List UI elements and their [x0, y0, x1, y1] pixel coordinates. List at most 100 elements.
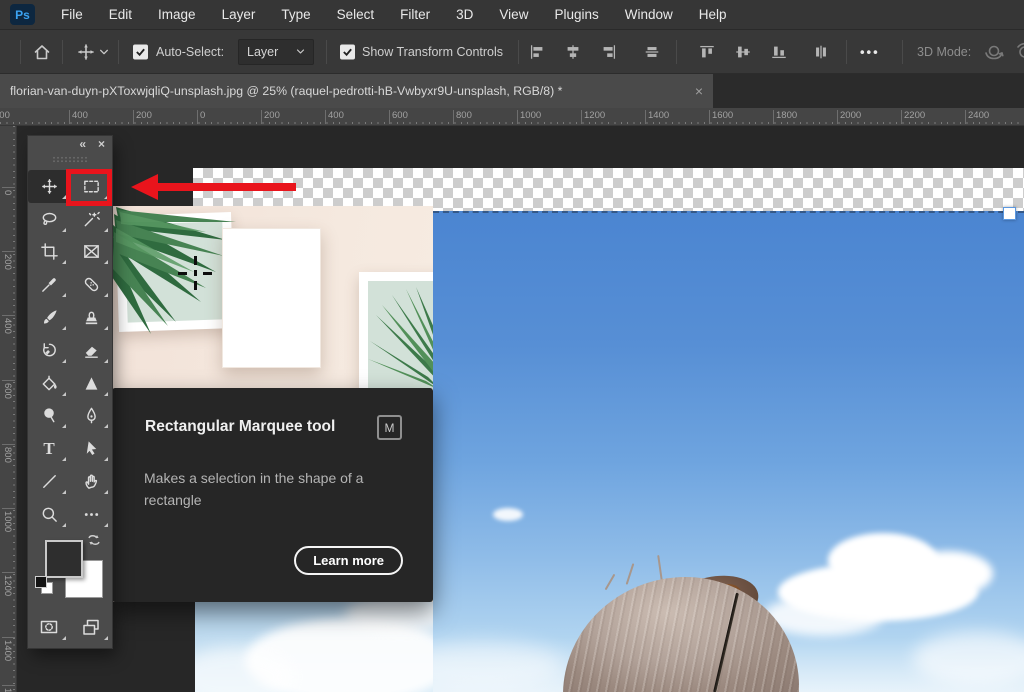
collapse-icon[interactable]: «: [79, 137, 86, 151]
tab-close-icon[interactable]: ×: [695, 83, 703, 99]
divider: [118, 40, 119, 64]
line-tool[interactable]: [28, 465, 70, 498]
history-brush-icon: [40, 341, 59, 360]
hand-tool[interactable]: [70, 465, 112, 498]
vertical-ruler[interactable]: 02004006008001000120014001600: [0, 126, 17, 692]
show-transform-label: Show Transform Controls: [362, 45, 503, 59]
transform-handle[interactable]: [1003, 207, 1016, 220]
close-icon[interactable]: ×: [98, 137, 105, 151]
auto-select-checkbox[interactable]: [133, 44, 148, 59]
sky-photo-layer: [433, 211, 1024, 692]
roll-3d-button[interactable]: [1014, 41, 1024, 63]
crop-tool[interactable]: [28, 236, 70, 269]
lasso-tool[interactable]: [28, 203, 70, 236]
menu-file[interactable]: File: [61, 7, 83, 22]
ellipsis-icon: [82, 505, 101, 524]
foreground-color-swatch[interactable]: [45, 540, 83, 578]
learn-more-button[interactable]: Learn more: [294, 546, 403, 575]
clone-stamp-icon: [82, 308, 101, 327]
auto-select-target-value: Layer: [247, 45, 278, 59]
show-transform-checkbox[interactable]: [340, 44, 355, 59]
ps-logo: Ps: [10, 4, 35, 25]
crop-icon: [40, 242, 59, 261]
quick-mask-button[interactable]: [28, 610, 70, 644]
more-options-button[interactable]: •••: [860, 44, 880, 59]
menu-type[interactable]: Type: [281, 7, 310, 22]
menu-layer[interactable]: Layer: [222, 7, 256, 22]
align-right-edges-button[interactable]: [600, 43, 618, 61]
tool-grid: T: [28, 170, 112, 531]
spot-healing-brush-tool[interactable]: [70, 268, 112, 301]
menu-select[interactable]: Select: [337, 7, 375, 22]
menu-window[interactable]: Window: [625, 7, 673, 22]
align-horizontal-centers-icon: [564, 43, 582, 61]
pen-tool[interactable]: [70, 400, 112, 433]
distribute-vertical-icon: [812, 43, 830, 61]
menu-filter[interactable]: Filter: [400, 7, 430, 22]
orbit-3d-icon: [983, 41, 1005, 63]
magic-wand-tool[interactable]: [70, 203, 112, 236]
distribute-horizontal-button[interactable]: [643, 43, 661, 61]
align-top-edges-button[interactable]: [698, 43, 716, 61]
sharpen-tool[interactable]: [70, 367, 112, 400]
path-selection-tool[interactable]: [70, 432, 112, 465]
menu-image[interactable]: Image: [158, 7, 196, 22]
distribute-horizontal-icon: [643, 43, 661, 61]
type-tool[interactable]: T: [28, 432, 70, 465]
brush-tool[interactable]: [28, 301, 70, 334]
eraser-tool[interactable]: [70, 334, 112, 367]
magic-wand-icon: [82, 210, 101, 229]
dodge-tool[interactable]: [28, 400, 70, 433]
roll-3d-icon: [1014, 41, 1024, 63]
zoom-tool[interactable]: [28, 498, 70, 531]
hair-texture: [563, 577, 799, 692]
screen-mode-icon: [81, 617, 101, 637]
horizontal-ruler[interactable]: 6004002000200400600800100012001400160018…: [0, 108, 1024, 126]
paint-bucket-tool[interactable]: [28, 367, 70, 400]
menu-bar: Ps File Edit Image Layer Type Select Filter 3D V…: [0, 0, 1024, 30]
document-tab[interactable]: florian-van-duyn-pXToxwjqliQ-unsplash.jp…: [0, 74, 713, 108]
checkbox-check-icon: [342, 46, 353, 57]
menu-edit[interactable]: Edit: [109, 7, 132, 22]
panel-drag-grip[interactable]: [52, 156, 88, 163]
move-tool-preset[interactable]: [76, 42, 96, 62]
menu-help[interactable]: Help: [699, 7, 727, 22]
move-preset-expander[interactable]: [99, 47, 109, 57]
move-icon: [76, 42, 96, 62]
frame-tool[interactable]: [70, 236, 112, 269]
move-tool[interactable]: [28, 170, 70, 203]
red-highlight-box: [66, 169, 112, 206]
align-vertical-centers-button[interactable]: [734, 43, 752, 61]
home-icon: [32, 42, 52, 62]
cloud: [903, 551, 993, 596]
align-horizontal-centers-button[interactable]: [564, 43, 582, 61]
eyedropper-tool[interactable]: [28, 268, 70, 301]
mode-3d-label: 3D Mode:: [917, 45, 971, 59]
tooltip-title: Rectangular Marquee tool: [145, 418, 335, 436]
auto-select-target-dropdown[interactable]: Layer: [238, 39, 314, 65]
edit-toolbar-button[interactable]: [70, 498, 112, 531]
align-bottom-edges-button[interactable]: [770, 43, 788, 61]
divider: [846, 40, 847, 64]
default-colors-icon[interactable]: [35, 576, 53, 594]
magnifier-icon: [40, 505, 59, 524]
distribute-vertical-button[interactable]: [812, 43, 830, 61]
swap-colors-icon[interactable]: [86, 532, 102, 548]
menu-3d[interactable]: 3D: [456, 7, 473, 22]
align-left-edges-button[interactable]: [528, 43, 546, 61]
divider: [20, 40, 21, 64]
history-brush-tool[interactable]: [28, 334, 70, 367]
home-button[interactable]: [32, 42, 52, 62]
red-arrow-shaft: [157, 183, 296, 191]
red-arrow-head: [131, 174, 158, 200]
chevron-down-icon: [296, 47, 305, 56]
clone-stamp-tool[interactable]: [70, 301, 112, 334]
screen-mode-button[interactable]: [70, 610, 112, 644]
selection-arrow-icon: [82, 439, 101, 458]
menu-view[interactable]: View: [499, 7, 528, 22]
orbit-3d-button[interactable]: [983, 41, 1005, 63]
hair-strand: [657, 555, 663, 581]
divider: [326, 40, 327, 64]
divider: [902, 40, 903, 64]
menu-plugins[interactable]: Plugins: [554, 7, 598, 22]
